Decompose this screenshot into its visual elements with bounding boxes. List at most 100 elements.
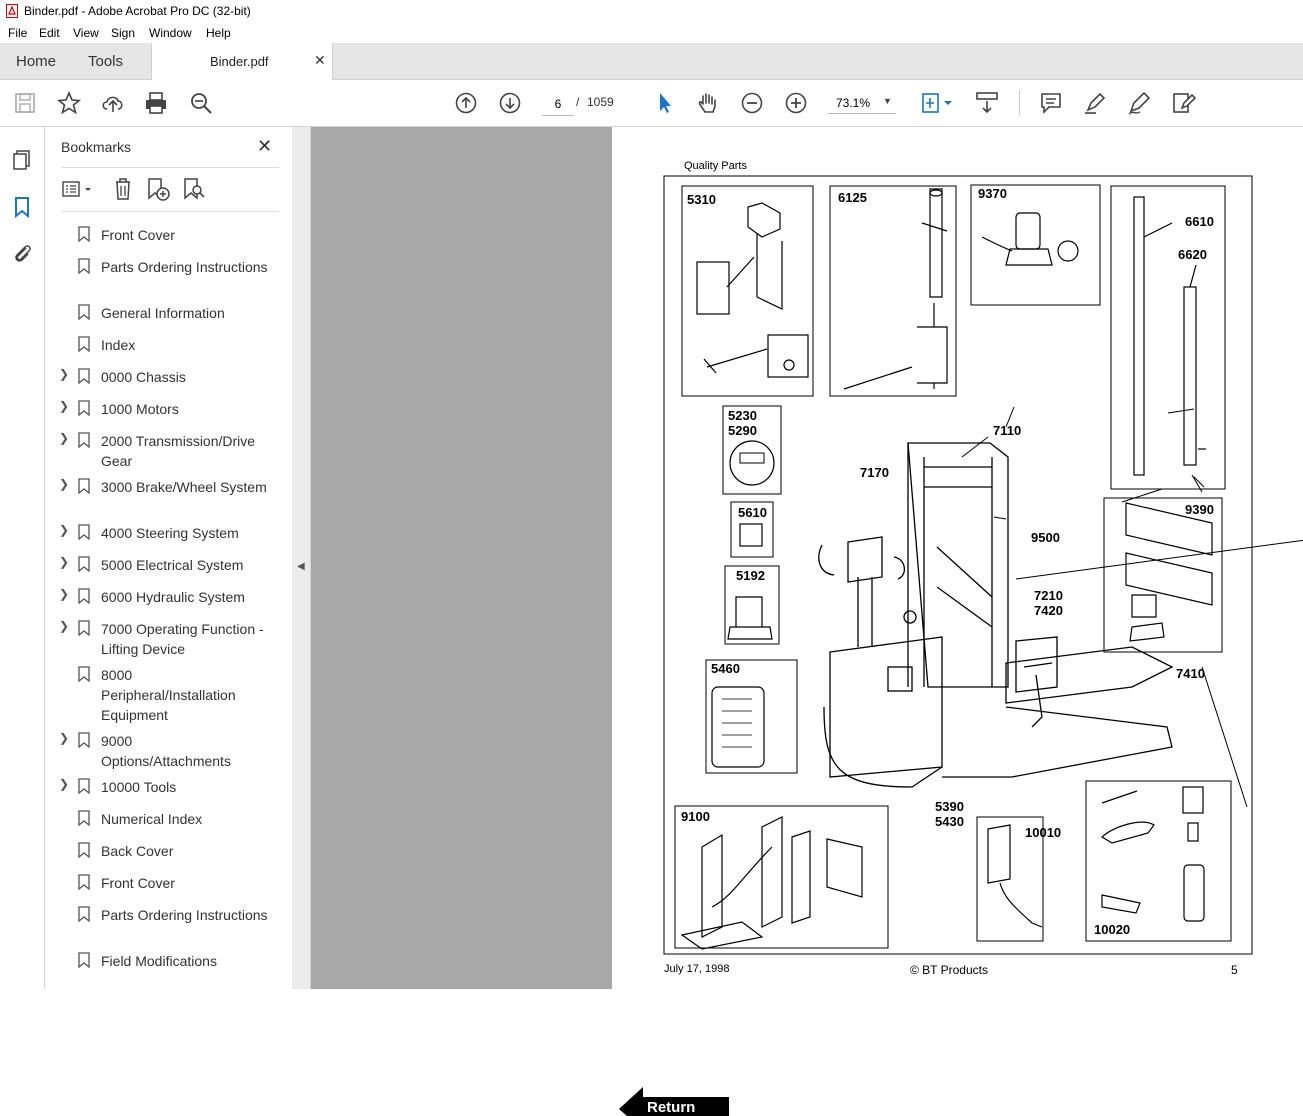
title-bar: Binder.pdf - Adobe Acrobat Pro DC (32-bi… [0,0,1303,22]
bookmark-icon [78,258,90,274]
document-viewer[interactable]: Quality Parts 5310 6125 9370 6610 6620 5… [311,127,1303,1116]
previous-page-icon[interactable] [453,90,479,116]
menu-view[interactable]: View [73,26,99,40]
scroll-mode-icon[interactable] [974,90,1000,116]
chevron-right-icon[interactable]: ❯ [59,367,69,381]
left-navigation-rail [0,127,45,989]
part-label: 7170 [860,465,889,480]
part-label: 5610 [738,505,767,520]
toolbar-divider [1019,90,1020,116]
bookmark-label: Numerical Index [101,811,203,827]
page-thumbnails-icon[interactable] [10,148,34,172]
zoom-search-icon[interactable] [188,90,214,116]
chevron-right-icon[interactable]: ❯ [59,431,69,445]
return-button-label: Return [647,1099,696,1116]
part-label: 9370 [978,186,1007,201]
bookmark-label: Front Cover [101,227,175,243]
zoom-in-icon[interactable] [783,90,809,116]
page-number-input[interactable] [542,93,574,116]
attachments-paperclip-icon[interactable] [10,241,34,265]
bookmark-label: Front Cover [101,875,175,891]
cloud-upload-icon[interactable] [100,90,126,116]
divider [61,167,279,168]
chevron-right-icon[interactable]: ❯ [59,587,69,601]
page-footer-date: July 17, 1998 [664,963,730,975]
edit-pdf-icon[interactable] [1170,90,1197,116]
collapse-left-arrow-icon[interactable]: ◀ [297,561,305,572]
part-label: 5192 [736,568,765,583]
bookmark-panel-icon[interactable] [10,195,34,219]
bookmarks-toolbar [61,175,281,205]
panel-collapse-handle[interactable]: ◀ [292,127,311,989]
part-label: 9500 [1031,530,1060,545]
bookmark-label: 6000 Hydraulic System [101,589,245,605]
highlight-pen-icon[interactable] [1082,90,1108,116]
bookmark-icon [78,732,90,748]
new-bookmark-icon[interactable] [145,176,171,202]
print-icon[interactable] [143,90,169,116]
part-label: 9100 [681,809,710,824]
bookmark-icon [78,778,90,794]
window-title: Binder.pdf - Adobe Acrobat Pro DC (32-bi… [24,4,251,18]
menu-edit[interactable]: Edit [39,26,60,40]
delete-bookmark-icon[interactable] [111,176,135,202]
bookmark-options-icon[interactable] [61,179,95,201]
bookmark-label: 9000 Options/Attachments [101,733,231,769]
bookmark-icon [78,432,90,448]
menu-sign[interactable]: Sign [111,26,135,40]
chevron-right-icon[interactable]: ❯ [59,777,69,791]
tab-home[interactable]: Home [16,53,56,70]
bookmark-label: Index [101,337,136,353]
close-panel-icon[interactable]: ✕ [257,136,272,157]
zoom-level-dropdown[interactable]: 73.1% ▼ [828,93,896,114]
chevron-right-icon[interactable]: ❯ [59,399,69,413]
page-footer-number: 5 [1231,963,1238,977]
chevron-right-icon[interactable]: ❯ [59,523,69,537]
save-icon[interactable] [12,90,38,116]
acrobat-pdf-icon [6,4,18,18]
hand-tool-icon[interactable] [695,90,721,116]
chevron-down-icon: ▼ [883,96,892,106]
star-icon[interactable] [56,90,82,116]
part-label: 7110 [993,423,1021,438]
bookmark-icon [78,226,90,242]
bookmark-icon [78,842,90,858]
zoom-out-icon[interactable] [739,90,765,116]
tab-tools[interactable]: Tools [88,53,123,70]
comment-icon[interactable] [1038,90,1064,116]
pdf-page: Quality Parts 5310 6125 9370 6610 6620 5… [612,127,1303,989]
bookmark-icon [78,478,90,494]
next-page-icon[interactable] [497,90,523,116]
bookmark-icon [78,304,90,320]
chevron-right-icon[interactable]: ❯ [59,619,69,633]
part-label: 5460 [711,661,740,676]
divider [61,211,279,212]
sign-pen-icon[interactable] [1126,90,1152,116]
bookmark-icon [78,952,90,968]
close-tab-icon[interactable]: ✕ [314,52,326,69]
bookmark-search-icon[interactable] [181,176,207,202]
bookmark-label: 0000 Chassis [101,369,186,385]
main-toolbar: / 1059 73.1% ▼ [0,80,1303,127]
menu-window[interactable]: Window [149,26,192,40]
bookmark-label: 8000 Peripheral/Installation Equipment [101,667,236,723]
part-label: 6610 [1185,214,1214,229]
select-cursor-icon[interactable] [652,90,678,116]
menu-help[interactable]: Help [206,26,231,40]
bookmark-icon [78,556,90,572]
bookmark-label: 1000 Motors [101,401,179,417]
part-label: 10010 [1025,825,1061,840]
chevron-right-icon[interactable]: ❯ [59,477,69,491]
bookmark-label: Field Modifications [101,953,217,969]
page-fit-icon[interactable] [918,90,956,116]
return-button[interactable]: Return [619,1087,729,1116]
chevron-right-icon[interactable]: ❯ [59,731,69,745]
tab-document[interactable]: Binder.pdf ✕ [151,43,333,80]
page-footer-copyright: © BT Products [910,963,988,977]
tab-bar: Home Tools Binder.pdf ✕ [0,43,1303,80]
tab-document-label: Binder.pdf [210,54,269,69]
bookmark-icon [78,620,90,636]
menu-file[interactable]: File [8,26,27,40]
part-label: 6620 [1178,247,1207,262]
chevron-right-icon[interactable]: ❯ [59,555,69,569]
